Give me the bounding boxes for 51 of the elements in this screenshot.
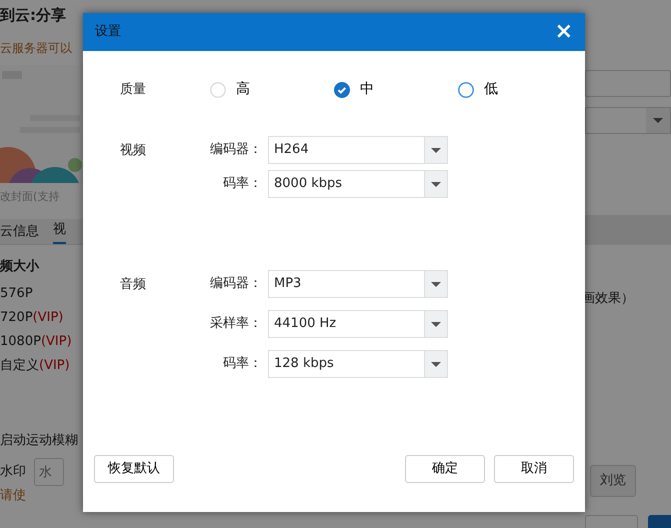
field-label: 码率：	[222, 175, 263, 194]
quality-label: 质量	[120, 80, 147, 99]
section-heading: 频大小	[0, 258, 40, 276]
select-value: 44100 Hz	[274, 315, 336, 334]
text-field[interactable]	[585, 70, 671, 97]
motion-blur-label: 启动运动模糊	[0, 432, 79, 450]
radio-option[interactable]: 高	[210, 79, 334, 100]
select-field[interactable]: 44100 Hz	[268, 310, 448, 338]
select-field[interactable]: MP3	[268, 270, 448, 298]
tab[interactable]: 云信息	[0, 222, 39, 244]
browse-button[interactable]: 刘览	[590, 464, 636, 496]
primary-button[interactable]	[648, 514, 671, 528]
watermark-field[interactable]: 水	[34, 458, 64, 486]
caret-icon	[431, 362, 441, 366]
reset-button[interactable]: 恢复默认	[94, 455, 174, 483]
dialog-title: 设置	[95, 23, 121, 42]
select-value: H264	[274, 141, 309, 160]
caret-icon	[431, 148, 441, 152]
secondary-button[interactable]	[585, 514, 638, 528]
field-label: 编码器：	[209, 141, 263, 160]
select-value: 8000 kbps	[274, 175, 342, 194]
select-value: MP3	[274, 275, 302, 294]
tab[interactable]: 视	[53, 220, 66, 244]
caret-icon	[431, 282, 441, 286]
radio-option[interactable]: 低	[458, 79, 582, 100]
section-label: 视频	[120, 142, 147, 160]
size-option[interactable]: 576P	[0, 286, 83, 300]
watermark-label: 水印	[0, 463, 26, 482]
ok-button[interactable]: 确定	[405, 455, 485, 483]
size-option[interactable]: 1080P(VIP)	[0, 334, 83, 348]
field-label: 码率：	[222, 355, 263, 374]
select-field[interactable]: 8000 kbps	[268, 170, 448, 198]
field-label: 采样率：	[209, 315, 263, 334]
cover-hint: 改封面(支持	[0, 188, 60, 204]
caret-icon	[653, 118, 663, 123]
section-label: 音频	[120, 276, 147, 294]
select-value: 128 kbps	[274, 355, 334, 374]
field-label: 编码器：	[209, 275, 263, 294]
cancel-button[interactable]: 取消	[494, 455, 574, 483]
watermark-note: 请使	[0, 488, 27, 503]
page-title: 到云:分享	[0, 5, 67, 26]
radio-option[interactable]: 中	[334, 79, 458, 100]
close-button[interactable]: ×	[554, 21, 573, 43]
size-option[interactable]: 自定义(VIP)	[0, 358, 83, 372]
size-option[interactable]: 720P(VIP)	[0, 310, 83, 324]
caret-icon	[431, 322, 441, 326]
caret-icon	[431, 182, 441, 186]
select-field[interactable]: H264	[268, 136, 448, 164]
dropdown[interactable]	[585, 107, 671, 134]
subtitle-text: 云服务器可以	[0, 40, 73, 56]
select-field[interactable]: 128 kbps	[268, 350, 448, 378]
